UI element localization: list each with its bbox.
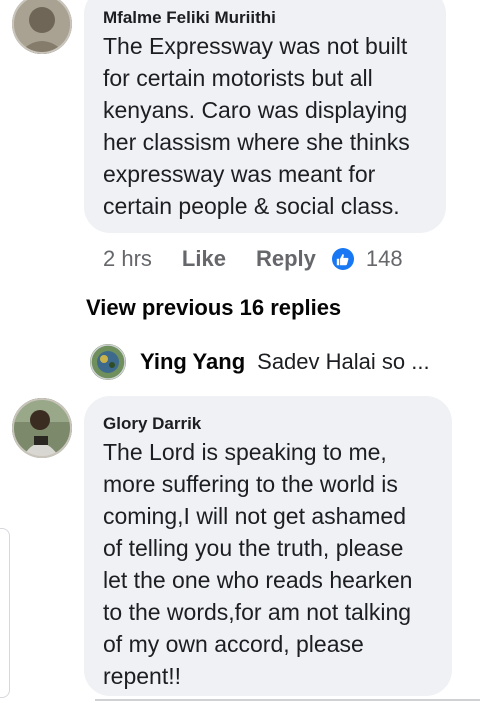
reply-author[interactable]: Ying Yang bbox=[140, 349, 245, 375]
reaction-count[interactable]: 148 bbox=[366, 246, 403, 272]
reply-preview[interactable]: Ying Yang Sadev Halai so ... bbox=[90, 344, 430, 380]
comment-text: The Expressway was not built for certain… bbox=[103, 33, 410, 219]
avatar-comment-1[interactable] bbox=[12, 0, 72, 54]
comment-actions: 2 hrs Like Reply 148 bbox=[103, 244, 403, 274]
comment-bubble-1: Mfalme Feliki Muriithi The Expressway wa… bbox=[84, 0, 446, 233]
comment-text: The Lord is speaking to me, more sufferi… bbox=[103, 439, 413, 689]
comment-author[interactable]: Mfalme Feliki Muriithi bbox=[103, 8, 430, 28]
avatar-photo-1 bbox=[12, 0, 72, 54]
comment-timestamp[interactable]: 2 hrs bbox=[103, 246, 152, 272]
avatar-photo-2 bbox=[12, 398, 72, 458]
comment-author[interactable]: Glory Darrik bbox=[103, 414, 436, 434]
reply-snippet: Sadev Halai so ... bbox=[257, 349, 430, 374]
avatar-comment-2[interactable] bbox=[12, 398, 72, 458]
view-previous-replies-link[interactable]: View previous 16 replies bbox=[86, 295, 341, 321]
avatar-reply-preview bbox=[90, 344, 126, 380]
bottom-divider bbox=[95, 699, 480, 701]
side-panel-edge bbox=[0, 528, 10, 698]
comment-bubble-2: Glory Darrik The Lord is speaking to me,… bbox=[84, 396, 452, 696]
like-button[interactable]: Like bbox=[182, 246, 226, 272]
like-thumb-icon[interactable] bbox=[331, 248, 354, 270]
reply-button[interactable]: Reply bbox=[256, 246, 316, 272]
